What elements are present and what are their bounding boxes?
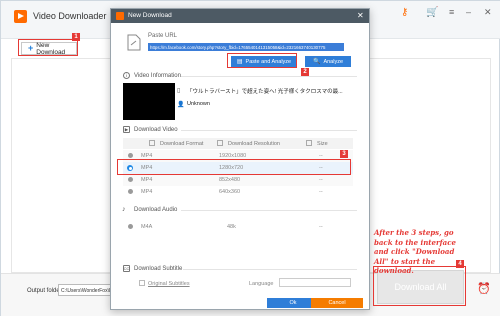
alarm-clock-icon[interactable]: ⏰	[477, 282, 491, 295]
video-row-480[interactable]: MP4 852x480 --	[123, 174, 353, 186]
video-author: Unknown	[187, 101, 210, 107]
row-size: --	[319, 224, 323, 230]
analyze-label: Analyze	[323, 58, 344, 65]
column-size: Size	[317, 141, 328, 147]
divider	[181, 210, 357, 211]
link-document-icon	[127, 34, 141, 51]
radio-button[interactable]	[128, 177, 133, 182]
menu-icon[interactable]: ≡	[449, 7, 454, 17]
instruction-note: After the 3 steps, go back to the interf…	[374, 228, 456, 275]
app-title: Video Downloader	[33, 11, 107, 21]
row-format: MP4	[141, 189, 153, 195]
dialog-logo-icon	[116, 12, 124, 20]
language-label: Language	[249, 281, 274, 287]
cancel-button[interactable]: Cancel	[311, 298, 363, 308]
row-size: --	[319, 189, 323, 195]
language-select[interactable]	[279, 278, 351, 287]
minimize-icon[interactable]: –	[466, 7, 471, 17]
original-subtitles-checkbox[interactable]	[139, 280, 145, 286]
url-input[interactable]: https://m.facebook.com/story.php?story_f…	[148, 43, 344, 51]
step-1-badge: 1	[72, 33, 80, 41]
radio-button[interactable]	[128, 189, 133, 194]
row-format: MP4	[141, 177, 153, 183]
divider	[181, 76, 357, 77]
column-format: Download Format	[160, 141, 204, 147]
info-icon: i	[123, 72, 130, 79]
size-icon	[306, 140, 312, 146]
video-table-header: Download Format Download Resolution Size	[123, 138, 353, 149]
cart-icon[interactable]: 🛒	[426, 7, 438, 18]
app-logo-icon	[14, 10, 27, 23]
video-row-360[interactable]: MP4 640x360 --	[123, 186, 353, 198]
dialog-titlebar: New Download ✕	[111, 9, 369, 23]
step-3-badge: 3	[340, 150, 348, 158]
dialog-close-icon[interactable]: ✕	[357, 11, 364, 20]
audio-row-m4a[interactable]: M4A 48k --	[123, 221, 353, 233]
key-icon[interactable]: ⚷	[401, 7, 408, 18]
row-format: M4A	[141, 224, 153, 230]
user-icon: 👤	[177, 102, 185, 108]
output-folder-field[interactable]: C:\Users\WonderFox\Docum	[58, 284, 118, 296]
paste-url-label: Paste URL	[148, 33, 178, 39]
search-icon: 🔍	[312, 59, 321, 65]
column-resolution: Download Resolution	[228, 141, 280, 147]
original-subtitles-link[interactable]: Original Subtitles	[148, 281, 190, 287]
document-icon: ▯	[177, 88, 181, 94]
music-note-icon: ♪	[122, 206, 126, 213]
download-video-label: Download Video	[134, 127, 178, 133]
download-subtitle-label: Download Subtitle	[134, 266, 183, 272]
step-2-badge: 2	[301, 68, 309, 76]
divider	[183, 269, 357, 270]
row-bitrate: 48k	[227, 224, 236, 230]
cc-icon: CC	[123, 265, 130, 272]
divider	[181, 130, 357, 131]
video-information-label: Video Information	[134, 73, 181, 79]
radio-button[interactable]	[128, 153, 133, 158]
analyze-button[interactable]: 🔍 Analyze	[305, 56, 351, 67]
resolution-icon	[217, 140, 223, 146]
step-2-highlight	[227, 53, 297, 68]
row-resolution: 852x480	[219, 177, 241, 183]
close-icon[interactable]: ✕	[484, 7, 492, 18]
row-resolution: 640x360	[219, 189, 241, 195]
format-icon	[149, 140, 155, 146]
dialog-title: New Download	[128, 12, 172, 19]
step-3-highlight	[117, 159, 351, 175]
download-audio-label: Download Audio	[134, 207, 178, 213]
video-title: 「ウルトラバースト」で超えた姿へ! 光子様くタクロスマの最...	[187, 89, 343, 95]
step-1-highlight	[18, 39, 78, 56]
radio-button[interactable]	[128, 224, 133, 229]
video-thumbnail	[123, 83, 175, 120]
row-size: --	[319, 177, 323, 183]
video-icon: ▶	[123, 126, 130, 133]
